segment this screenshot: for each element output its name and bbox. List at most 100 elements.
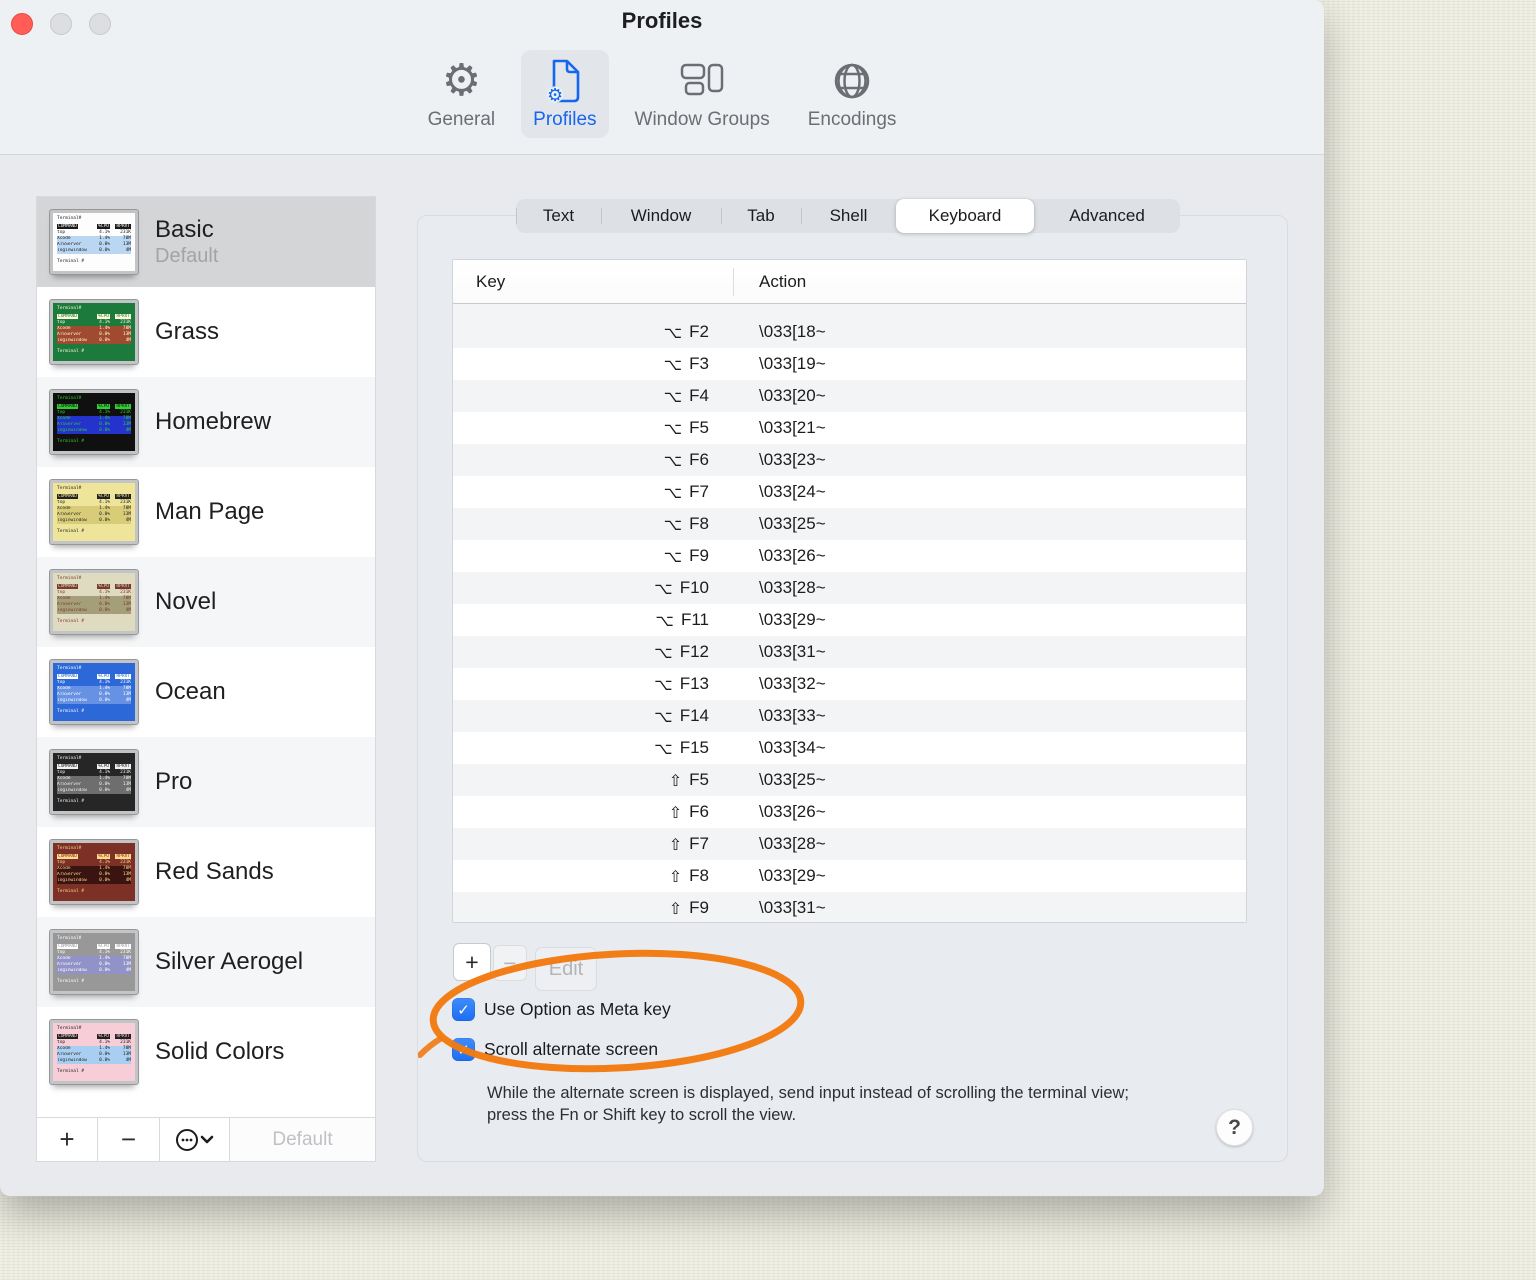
key-binding-row[interactable]: ⌥ F11 \033[29~: [453, 604, 1246, 636]
tab[interactable]: Advanced: [1034, 199, 1180, 233]
modifier-key-icon: ⌥: [663, 482, 683, 502]
profile-name: Pro: [155, 768, 193, 795]
key-label: F12: [679, 642, 709, 661]
key-label: F6: [689, 802, 709, 821]
toolbar-item-general[interactable]: ⚙ General: [416, 50, 508, 138]
action-value: \033[26~: [759, 802, 826, 821]
tab[interactable]: Text: [515, 199, 601, 233]
key-binding-row[interactable]: ⌥ F4 \033[20~: [453, 380, 1246, 412]
scroll-alternate-screen-checkbox[interactable]: [452, 1038, 475, 1061]
checkbox-label: Scroll alternate screen: [484, 1039, 659, 1059]
key-binding-row[interactable]: ⌥ F2 \033[18~: [453, 316, 1246, 348]
profile-list-item[interactable]: Terminal# COMMAND %CPU RPRVT top 4.1% 231K…: [37, 1007, 375, 1097]
help-button[interactable]: ?: [1216, 1109, 1253, 1146]
profile-list-item[interactable]: Terminal# COMMAND %CPU RPRVT top 4.1% 231K…: [37, 737, 375, 827]
key-binding-row[interactable]: ⇧ F9 \033[31~: [453, 892, 1246, 922]
key-binding-row[interactable]: ⌥ F9 \033[26~: [453, 540, 1246, 572]
set-default-button[interactable]: Default: [230, 1118, 375, 1161]
modifier-key-icon: ⇧: [668, 802, 683, 822]
table-header: Key Action: [453, 260, 1246, 304]
checkbox-label: Use Option as Meta key: [484, 999, 671, 1019]
titlebar: Profiles ⚙ General ⚙ Profiles Window Gro…: [0, 0, 1324, 155]
remove-binding-button[interactable]: −: [493, 945, 527, 981]
action-value: \033[29~: [759, 866, 826, 885]
toolbar-item-window-groups[interactable]: Window Groups: [623, 50, 782, 138]
profile-name: Silver Aerogel: [155, 948, 304, 975]
edit-binding-button[interactable]: Edit: [535, 947, 597, 991]
profile-thumbnail: Terminal# COMMAND %CPU RPRVT top 4.1% 231K…: [49, 749, 139, 815]
svg-text:⚙: ⚙: [547, 85, 563, 104]
key-label: F10: [679, 578, 709, 597]
modifier-key-icon: ⌥: [663, 514, 683, 534]
profile-name: Novel: [155, 588, 217, 615]
profile-list: Terminal# COMMAND %CPU RPRVT top 4.1% 231K…: [37, 197, 375, 1117]
action-value: \033[19~: [759, 354, 826, 373]
action-value: \033[26~: [759, 546, 826, 565]
sidebar-footer: + − Default: [37, 1117, 375, 1161]
key-binding-row[interactable]: ⇧ F6 \033[26~: [453, 796, 1246, 828]
profile-name: Red Sands: [155, 858, 274, 885]
tab[interactable]: Shell: [800, 199, 896, 233]
table-body: ⌥ F2 \033[18~ ⌥ F3 \033[19~ ⌥ F4 \033[20…: [453, 316, 1246, 922]
key-binding-row[interactable]: ⌥ F15 \033[34~: [453, 732, 1246, 764]
key-binding-row[interactable]: ⌥ F8 \033[25~: [453, 508, 1246, 540]
key-binding-row[interactable]: ⌥ F7 \033[24~: [453, 476, 1246, 508]
profile-list-item[interactable]: Terminal# COMMAND %CPU RPRVT top 4.1% 231K…: [37, 377, 375, 467]
key-label: F8: [689, 866, 709, 885]
tab[interactable]: Tab: [720, 199, 801, 233]
action-value: \033[24~: [759, 482, 826, 501]
key-binding-row[interactable]: ⌥ F12 \033[31~: [453, 636, 1246, 668]
profile-list-item[interactable]: Terminal# COMMAND %CPU RPRVT top 4.1% 231K…: [37, 827, 375, 917]
profile-thumbnail: Terminal# COMMAND %CPU RPRVT top 4.1% 231K…: [49, 569, 139, 635]
action-value: \033[33~: [759, 706, 826, 725]
modifier-key-icon: ⌥: [654, 738, 673, 758]
profile-thumbnail: Terminal# COMMAND %CPU RPRVT top 4.1% 231K…: [49, 1019, 139, 1085]
key-binding-row[interactable]: ⌥ F14 \033[33~: [453, 700, 1246, 732]
remove-profile-button[interactable]: −: [98, 1118, 160, 1161]
key-binding-row[interactable]: ⇧ F8 \033[29~: [453, 860, 1246, 892]
profile-list-item[interactable]: Terminal# COMMAND %CPU RPRVT top 4.1% 231K…: [37, 647, 375, 737]
profile-list-item[interactable]: Terminal# COMMAND %CPU RPRVT top 4.1% 231K…: [37, 557, 375, 647]
use-option-as-meta-checkbox[interactable]: [452, 998, 475, 1021]
clipped-row: [453, 304, 1246, 316]
alternate-screen-help-text: While the alternate screen is displayed,…: [487, 1084, 1130, 1124]
key-label: F7: [689, 834, 709, 853]
profile-list-item[interactable]: Terminal# COMMAND %CPU RPRVT top 4.1% 231K…: [37, 467, 375, 557]
key-label: F8: [689, 514, 709, 533]
modifier-key-icon: ⌥: [654, 706, 673, 726]
key-binding-row[interactable]: ⌥ F10 \033[28~: [453, 572, 1246, 604]
more-options-button[interactable]: [160, 1118, 230, 1161]
add-binding-button[interactable]: +: [453, 943, 491, 981]
add-profile-button[interactable]: +: [37, 1118, 98, 1161]
preferences-toolbar: ⚙ General ⚙ Profiles Window Groups Encod…: [0, 50, 1324, 138]
profile-name: Man Page: [155, 498, 265, 525]
key-binding-row[interactable]: ⇧ F7 \033[28~: [453, 828, 1246, 860]
preferences-window: Profiles ⚙ General ⚙ Profiles Window Gro…: [0, 0, 1324, 1196]
key-binding-row[interactable]: ⌥ F13 \033[32~: [453, 668, 1246, 700]
profile-doc-icon: ⚙: [545, 55, 585, 107]
modifier-key-icon: ⇧: [668, 834, 683, 854]
profile-list-item[interactable]: Terminal# COMMAND %CPU RPRVT top 4.1% 231K…: [37, 197, 375, 287]
profile-list-item[interactable]: Terminal# COMMAND %CPU RPRVT top 4.1% 231K…: [37, 917, 375, 1007]
profile-list-item[interactable]: Terminal# COMMAND %CPU RPRVT top 4.1% 231K…: [37, 287, 375, 377]
toolbar-item-encodings[interactable]: Encodings: [796, 50, 909, 138]
modifier-key-icon: ⇧: [668, 866, 683, 886]
profile-name: Basic: [155, 216, 214, 243]
tab[interactable]: Keyboard: [896, 199, 1034, 233]
key-binding-row[interactable]: ⌥ F3 \033[19~: [453, 348, 1246, 380]
profile-thumbnail: Terminal# COMMAND %CPU RPRVT top 4.1% 231K…: [49, 389, 139, 455]
key-binding-row[interactable]: ⌥ F6 \033[23~: [453, 444, 1246, 476]
key-binding-row[interactable]: ⌥ F5 \033[21~: [453, 412, 1246, 444]
modifier-key-icon: ⌥: [654, 642, 673, 662]
action-value: \033[23~: [759, 450, 826, 469]
profile-tabs: Text Window Tab Shell Keyboard Advanced: [515, 199, 1180, 233]
profile-thumbnail: Terminal# COMMAND %CPU RPRVT top 4.1% 231K…: [49, 479, 139, 545]
action-value: \033[28~: [759, 834, 826, 853]
more-options-icon: [175, 1128, 213, 1151]
key-binding-row[interactable]: ⇧ F5 \033[25~: [453, 764, 1246, 796]
key-label: F3: [689, 354, 709, 373]
toolbar-item-profiles[interactable]: ⚙ Profiles: [521, 50, 609, 138]
tab[interactable]: Window: [600, 199, 721, 233]
window-title: Profiles: [621, 8, 703, 33]
modifier-key-icon: ⇧: [668, 898, 683, 918]
